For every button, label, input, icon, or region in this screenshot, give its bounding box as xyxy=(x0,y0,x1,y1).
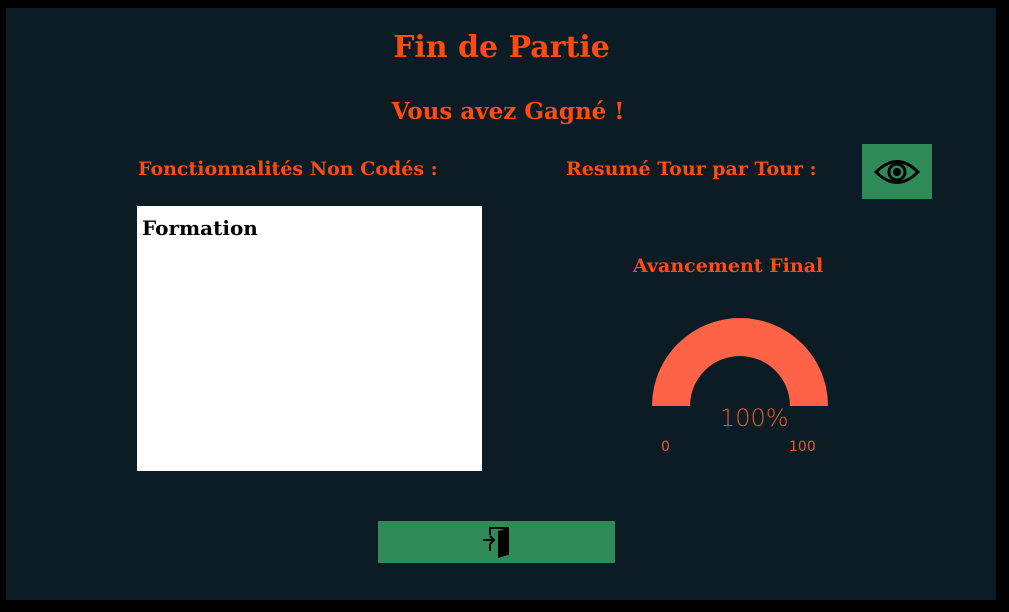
progress-value: 100% xyxy=(720,404,789,432)
list-item: Formation xyxy=(142,216,258,240)
result-subtitle: Vous avez Gagné ! xyxy=(391,98,625,125)
exit-door-icon xyxy=(482,527,509,558)
missing-features-label: Fonctionnalités Non Codés : xyxy=(138,158,438,180)
view-summary-button[interactable] xyxy=(862,144,932,199)
page-title: Fin de Partie xyxy=(393,30,610,65)
eye-icon xyxy=(874,159,920,184)
gauge-max-label: 100 xyxy=(789,439,816,455)
exit-button[interactable] xyxy=(378,521,615,563)
gauge-min-label: 0 xyxy=(661,439,670,455)
summary-label: Resumé Tour par Tour : xyxy=(566,158,817,180)
missing-features-list[interactable]: Formation xyxy=(137,206,482,471)
gauge-arc xyxy=(652,318,828,406)
progress-label: Avancement Final xyxy=(633,255,824,277)
